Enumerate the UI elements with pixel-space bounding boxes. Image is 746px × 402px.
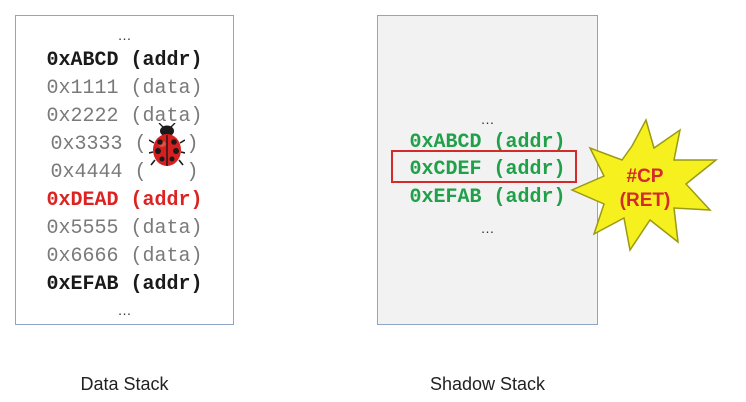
shadow-stack-top-ellipsis: …	[480, 111, 495, 127]
data-stack-row: 0x5555 (data)	[16, 216, 233, 241]
data-stack-bottom-ellipsis: …	[117, 302, 132, 318]
data-stack-row: 0x1111 (data)	[16, 76, 233, 101]
address-tag: (data)	[130, 77, 203, 100]
data-stack-row: 0x6666 (data)	[16, 244, 233, 269]
mismatch-highlight-box	[391, 150, 577, 183]
address-value: 0x1111	[46, 77, 119, 100]
data-stack-row: 0x2222 (data)	[16, 104, 233, 129]
data-stack-row: 0x4444 ()	[16, 160, 233, 185]
address-tag: (data)	[130, 217, 203, 240]
data-stack-caption: Data Stack	[80, 374, 169, 394]
address-value: 0x3333	[50, 133, 123, 156]
exception-burst: #CP (RET)	[570, 118, 720, 258]
address-tag-close: )	[186, 133, 199, 156]
explosion-burst-icon	[570, 118, 719, 252]
address-value: 0xDEAD	[46, 189, 119, 212]
ladybug-icon-continued	[147, 160, 187, 185]
data-stack-row-corrupted: 0xDEAD (addr)	[16, 188, 233, 213]
shadow-stack-caption: Shadow Stack	[429, 374, 546, 394]
address-value: 0x2222	[46, 105, 119, 128]
shadow-stack-bottom-ellipsis: …	[480, 220, 495, 236]
address-tag-open: (	[134, 133, 147, 156]
data-stack-box: … 0xABCD (addr) 0x1111 (data) 0x2222 (da…	[15, 15, 234, 325]
address-tag-close: )	[186, 161, 199, 184]
exception-reason: (RET)	[619, 190, 671, 211]
address-value: 0xEFAB	[46, 273, 119, 296]
address-value: 0xABCD	[46, 49, 119, 72]
address-value: 0x5555	[46, 217, 119, 240]
address-value: 0x4444	[50, 161, 123, 184]
shadow-stack-row: 0xEFAB (addr)	[378, 185, 597, 210]
data-stack-row: 0x3333 ( )	[16, 123, 233, 166]
address-tag: (addr)	[130, 273, 203, 296]
data-stack-row: 0xEFAB (addr)	[16, 272, 233, 297]
ladybug-icon	[147, 123, 187, 166]
exception-label: #CP	[626, 166, 664, 187]
address-value: 0x6666	[46, 245, 119, 268]
address-value: 0xEFAB	[409, 186, 482, 209]
data-stack-top-ellipsis: …	[117, 27, 132, 43]
address-tag: (addr)	[130, 189, 203, 212]
address-tag: (addr)	[130, 49, 203, 72]
address-tag-open: (	[134, 161, 147, 184]
address-tag: (data)	[130, 245, 203, 268]
address-tag: (addr)	[493, 186, 566, 209]
data-stack-row: 0xABCD (addr)	[16, 48, 233, 73]
